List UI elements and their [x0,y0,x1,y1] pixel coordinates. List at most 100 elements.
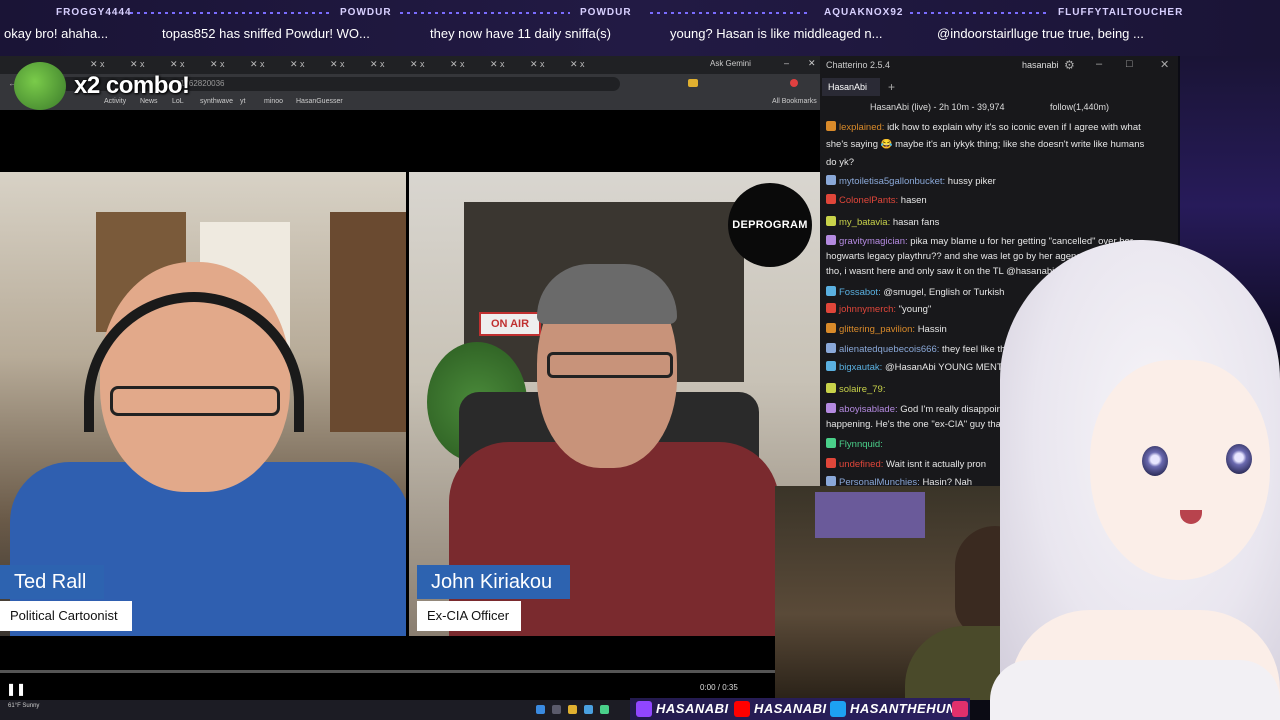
badge-icon [826,458,836,468]
chat-username[interactable]: alienatedquebecois666: [839,344,939,355]
ticker-divider [910,12,1050,14]
add-tab-icon[interactable]: + [888,80,895,94]
avatar-top [990,660,1280,720]
chat-message: do yk? [826,157,1178,168]
badge-icon [826,476,836,486]
chat-text: "young" [898,304,932,315]
chat-message: ColonelPants: hasen [826,194,1178,206]
guest-title-left: Political Cartoonist [0,601,132,631]
ticker-divider [130,12,330,14]
ticker-message: young? Hasan is like middleaged n... [670,26,883,41]
chat-text: @smugel, English or Turkish [883,287,1005,298]
search-icon[interactable] [552,705,561,714]
chat-message: she's saying 😂 maybe it's an iykyk thing… [826,139,1178,150]
all-bookmarks-button[interactable]: All Bookmarks [772,98,817,105]
bookmark-item[interactable]: yt [240,98,245,105]
gear-icon[interactable]: ⚙ [1064,58,1075,72]
close-icon[interactable]: ✕ [1160,58,1169,71]
browser-tab[interactable]: ✕ x [170,59,188,71]
profile-icon[interactable] [790,79,798,87]
bookmark-item[interactable]: HasanGuesser [296,98,343,105]
chat-text: God I'm really disappoint [900,404,1005,415]
browser-icon[interactable] [584,705,593,714]
tab-hasanabi[interactable]: HasanAbi [822,78,880,96]
badge-icon [826,403,836,413]
twitch-icon [636,701,652,717]
chat-username[interactable]: lexplained: [839,122,884,133]
chat-username[interactable]: Flynnquid: [839,439,883,450]
guest-name-right: John Kiriakou [431,571,553,593]
bookmark-item[interactable]: synthwave [200,98,233,105]
social-handle: HASANABI [656,701,729,716]
chat-text: hasen [900,195,927,206]
ticker-divider [650,12,810,14]
pause-icon[interactable]: ❚❚ [6,682,26,696]
follow-count: follow(1,440m) [1050,102,1110,112]
chat-username[interactable]: gravitymagician: [839,236,908,247]
chat-username[interactable]: johnnymerch: [839,304,896,315]
close-icon[interactable]: ✕ [808,58,816,69]
maximize-icon[interactable]: □ [1126,58,1133,70]
badge-icon [826,361,836,371]
ticker-divider [400,12,570,14]
minimize-icon[interactable]: – [1096,58,1102,70]
chat-username[interactable]: mytoiletisa5gallonbucket: [839,176,945,187]
browser-tab[interactable]: ✕ x [530,59,548,71]
browser-tab[interactable]: ✕ x [370,59,388,71]
chat-app-title: Chatterino 2.5.4 [826,60,891,70]
ticker-user: AQUAKNOX92 [824,7,904,18]
badge-icon [826,216,836,226]
chat-username[interactable]: undefined: [839,459,883,470]
bookshelf [330,212,406,432]
extension-icon[interactable] [688,79,698,87]
minimize-icon[interactable]: – [784,58,789,68]
avatar-eye [1226,444,1252,474]
chat-username[interactable]: ColonelPants: [839,195,898,206]
badge-icon [826,323,836,333]
file-explorer-icon[interactable] [568,705,577,714]
ticker-user: POWDUR [340,7,392,18]
chat-username[interactable]: bigxautak: [839,362,882,373]
weather-widget[interactable]: 61°F Sunny [8,703,39,709]
combo-label: x2 combo! [74,72,190,99]
chat-text: she's saying 😂 maybe it's an iykyk thing… [826,139,1145,150]
instagram-icon [952,701,968,717]
chat-account[interactable]: hasanabi [1022,60,1059,70]
ticker-message: topas852 has sniffed Powdur! WO... [162,26,370,41]
windows-start-icon[interactable] [536,705,545,714]
chat-text: happening. He's the one "ex-CIA" guy tha… [826,419,1004,430]
chat-username[interactable]: aboyisablade: [839,404,898,415]
badge-icon [826,194,836,204]
bookmark-item[interactable]: minoo [264,98,283,105]
ask-gemini-button[interactable]: Ask Gemini [710,59,751,68]
browser-tab[interactable]: ✕ x [130,59,148,71]
ticker-user: FROGGY4444 [56,7,132,18]
chat-text: hasan fans [892,217,940,228]
browser-tab[interactable]: ✕ x [90,59,108,71]
browser-tab[interactable]: ✕ x [490,59,508,71]
chat-username[interactable]: my_batavia: [839,217,890,228]
ticker-message: okay bro! ahaha... [4,26,109,41]
chat-username[interactable]: Fossabot: [839,287,881,298]
social-handle: HASANABI [754,701,827,716]
browser-tab[interactable]: ✕ x [330,59,348,71]
chat-username[interactable]: solaire_79: [839,384,885,395]
browser-tab[interactable]: ✕ x [210,59,228,71]
app-icon[interactable] [600,705,609,714]
browser-tab[interactable]: ✕ x [410,59,428,71]
chat-username[interactable]: glittering_pavilion: [839,324,915,335]
browser-tab[interactable]: ✕ x [450,59,468,71]
badge-icon [826,121,836,131]
browser-tab[interactable]: ✕ x [290,59,308,71]
badge-icon [826,343,836,353]
browser-tab[interactable]: ✕ x [570,59,588,71]
chat-text: do yk? [826,157,854,168]
browser-tab[interactable]: ✕ x [250,59,268,71]
video-progress-bar[interactable] [0,670,776,673]
poster [815,492,925,538]
badge-icon [826,235,836,245]
on-air-sign: ON AIR [479,312,541,336]
chat-text: Hassin [917,324,947,335]
badge-icon [826,303,836,313]
chat-message: lexplained: idk how to explain why it's … [826,121,1178,133]
